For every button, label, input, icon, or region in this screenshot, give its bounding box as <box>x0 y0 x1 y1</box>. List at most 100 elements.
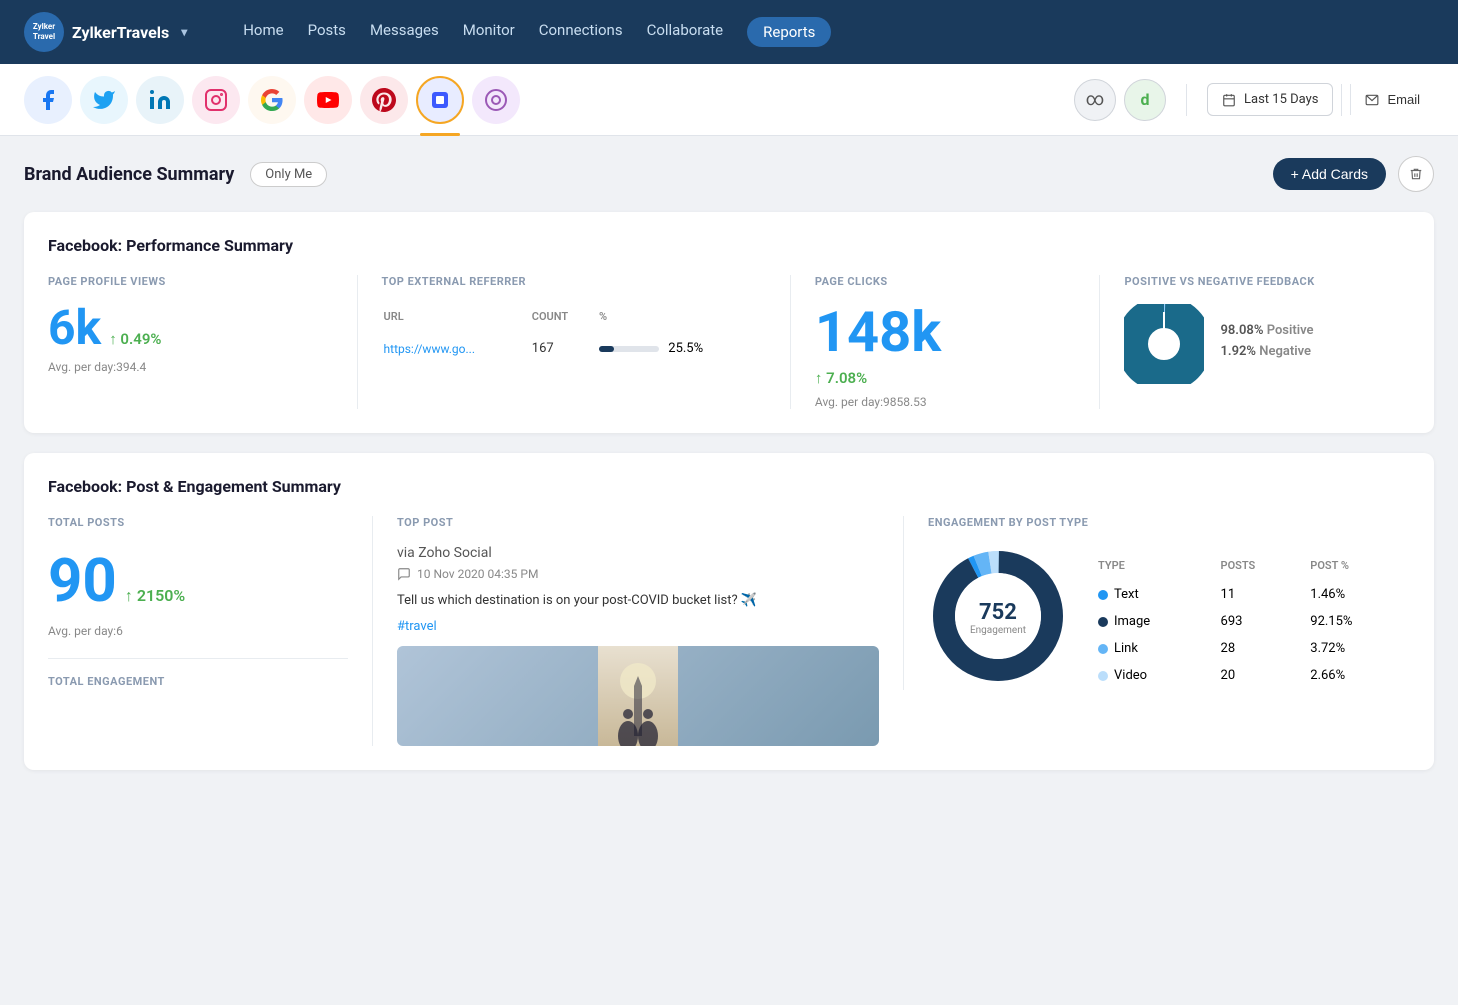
post-pct-header: POST % <box>1306 555 1408 580</box>
page-profile-views-value: 6k <box>48 304 101 352</box>
posts-image: 693 <box>1217 609 1305 634</box>
page-profile-views-label: PAGE PROFILE VIEWS <box>48 275 333 288</box>
page-header-left: Brand Audience Summary Only Me <box>24 162 327 187</box>
total-engagement-label: TOTAL ENGAGEMENT <box>48 675 348 688</box>
type-text: Text <box>1094 582 1215 607</box>
referrer-bar-pct: 25.5% <box>599 335 764 362</box>
page-clicks-section: PAGE CLICKS 148k ↑ 7.08% Avg. per day:98… <box>791 275 1101 409</box>
dot-image-icon <box>1098 617 1108 627</box>
table-row: https://www.go... 167 25.5% <box>384 335 764 362</box>
table-row: Image 693 92.15% <box>1094 609 1408 634</box>
table-header-row: TYPE POSTS POST % <box>1094 555 1408 580</box>
total-posts-col: TOTAL POSTS 90 ↑ 2150% Avg. per day:6 TO… <box>48 516 348 688</box>
nav-connections[interactable]: Connections <box>539 17 623 47</box>
negative-legend-item: 1.92% Negative <box>1220 344 1313 359</box>
page-profile-views-section: PAGE PROFILE VIEWS 6k ↑ 0.49% Avg. per d… <box>48 275 358 409</box>
negative-label: Negative <box>1259 344 1311 359</box>
negative-pct: 1.92% <box>1220 344 1256 359</box>
top-post-hashtag[interactable]: #travel <box>397 619 879 634</box>
social-icon-instagram[interactable] <box>192 76 240 124</box>
top-post-col: TOP POST via Zoho Social 10 Nov 2020 04:… <box>372 516 879 746</box>
posts-video: 20 <box>1217 663 1305 688</box>
nav-monitor[interactable]: Monitor <box>463 17 515 47</box>
donut-chart: 752 Engagement <box>928 546 1068 690</box>
nav-home[interactable]: Home <box>243 17 283 47</box>
date-range-label: Last 15 Days <box>1244 92 1318 107</box>
type-header: TYPE <box>1094 555 1215 580</box>
positive-legend-item: 98.08% Positive <box>1220 323 1313 338</box>
social-icon-buffer[interactable] <box>416 76 464 124</box>
donut-center: 752 Engagement <box>970 600 1026 636</box>
page-profile-views-change: ↑ 0.49% <box>109 330 161 348</box>
donut-center-number: 752 <box>970 600 1026 625</box>
brand[interactable]: ZylkerTravel ZylkerTravels ▾ <box>24 12 187 52</box>
total-posts-label: TOTAL POSTS <box>48 516 348 529</box>
dot-link-icon <box>1098 644 1108 654</box>
feedback-chart: 98.08% Positive 1.92% Negative <box>1124 304 1410 384</box>
only-me-badge[interactable]: Only Me <box>250 162 327 187</box>
top-referrer-label: TOP EXTERNAL REFERRER <box>382 275 766 288</box>
pct-image: 92.15% <box>1306 609 1408 634</box>
pct-link: 3.72% <box>1306 636 1408 661</box>
performance-card-title: Facebook: Performance Summary <box>48 236 1410 255</box>
social-icon-pinterest[interactable] <box>360 76 408 124</box>
total-posts-change: ↑ 2150% <box>125 586 185 606</box>
top-post-date: 10 Nov 2020 04:35 PM <box>397 567 879 581</box>
social-icon-chain[interactable]: ∞ <box>1074 79 1116 121</box>
social-icon-twitter[interactable] <box>80 76 128 124</box>
performance-grid: PAGE PROFILE VIEWS 6k ↑ 0.49% Avg. per d… <box>48 275 1410 409</box>
referrer-count-header: COUNT <box>532 306 597 333</box>
top-post-image <box>397 646 879 746</box>
page-clicks-change: ↑ 7.08% <box>815 369 867 387</box>
social-icon-other[interactable] <box>472 76 520 124</box>
feedback-label: POSITIVE VS NEGATIVE FEEDBACK <box>1124 275 1410 288</box>
engagement-type-table: TYPE POSTS POST % Text 11 1. <box>1092 553 1410 690</box>
delete-button[interactable] <box>1398 156 1434 192</box>
pct-video: 2.66% <box>1306 663 1408 688</box>
social-icons-bar: ∞ d Last 15 Days Email <box>0 64 1458 136</box>
dot-text-icon <box>1098 590 1108 600</box>
table-row: Video 20 2.66% <box>1094 663 1408 688</box>
comment-icon <box>397 567 411 581</box>
nav-messages[interactable]: Messages <box>370 17 439 47</box>
referrer-url[interactable]: https://www.go... <box>384 335 530 362</box>
referrer-count: 167 <box>532 335 597 362</box>
add-cards-button[interactable]: + Add Cards <box>1273 158 1386 190</box>
page-title: Brand Audience Summary <box>24 164 234 185</box>
dot-video-icon <box>1098 671 1108 681</box>
performance-summary-card: Facebook: Performance Summary PAGE PROFI… <box>24 212 1434 433</box>
social-icon-linkedin[interactable] <box>136 76 184 124</box>
total-posts-avg: Avg. per day:6 <box>48 624 348 638</box>
date-range-button[interactable]: Last 15 Days <box>1207 83 1333 116</box>
top-post-text: Tell us which destination is on your pos… <box>397 591 879 611</box>
chevron-down-icon: ▾ <box>181 25 187 39</box>
positive-label: Positive <box>1267 323 1314 338</box>
nav-posts[interactable]: Posts <box>308 17 346 47</box>
brand-logo: ZylkerTravel <box>24 12 64 52</box>
social-icon-youtube[interactable] <box>304 76 352 124</box>
total-engagement-section: TOTAL ENGAGEMENT <box>48 658 348 688</box>
posts-link: 28 <box>1217 636 1305 661</box>
pct-text: 1.46% <box>1306 582 1408 607</box>
page-clicks-avg: Avg. per day:9858.53 <box>815 395 1076 409</box>
email-button[interactable]: Email <box>1350 84 1434 115</box>
page-clicks-value: 148k <box>815 304 941 360</box>
brand-name: ZylkerTravels <box>72 23 169 42</box>
social-icon-google[interactable] <box>248 76 296 124</box>
silhouette-image <box>598 646 678 746</box>
feedback-section: POSITIVE VS NEGATIVE FEEDBACK 98.08% <box>1100 275 1410 409</box>
positive-pct: 98.08% <box>1220 323 1263 338</box>
referrer-table: URL COUNT % https://www.go... 167 25.5% <box>382 304 766 364</box>
nav-reports[interactable]: Reports <box>747 17 831 47</box>
engagement-chart-label: ENGAGEMENT BY POST TYPE <box>928 516 1410 529</box>
referrer-pct-value: 25.5% <box>668 341 703 356</box>
engagement-chart-col: ENGAGEMENT BY POST TYPE <box>903 516 1410 690</box>
social-icon-leaf[interactable]: d <box>1124 79 1166 121</box>
nav-collaborate[interactable]: Collaborate <box>647 17 724 47</box>
social-icon-facebook[interactable] <box>24 76 72 124</box>
type-video: Video <box>1094 663 1215 688</box>
main-nav: Home Posts Messages Monitor Connections … <box>243 17 831 47</box>
table-row: Link 28 3.72% <box>1094 636 1408 661</box>
arrow-up-icon-clicks: ↑ <box>815 369 823 387</box>
top-post-label: TOP POST <box>397 516 879 529</box>
